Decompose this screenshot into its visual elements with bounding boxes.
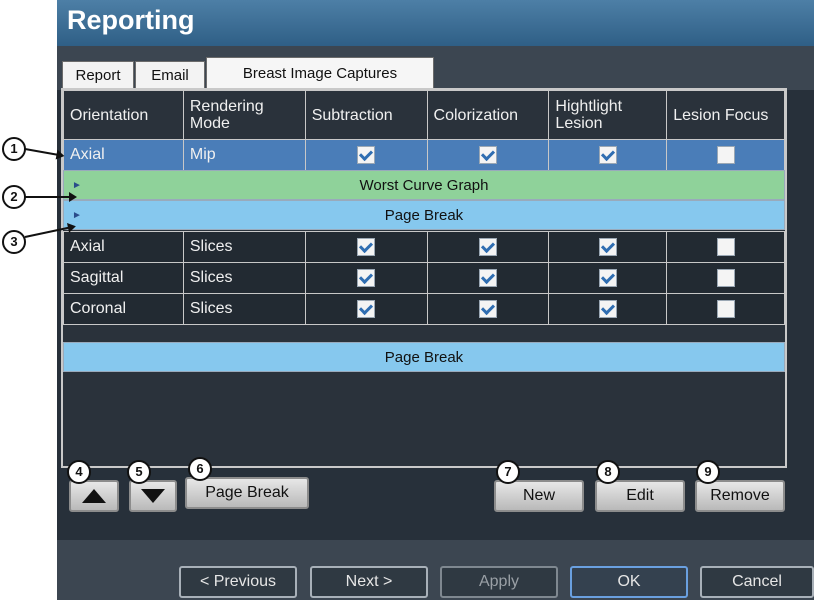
cell-orientation: Axial [63, 139, 184, 171]
callout-4: 4 [67, 460, 91, 484]
apply-button[interactable]: Apply [440, 566, 558, 598]
highlight-lesion-checkbox[interactable] [598, 145, 617, 164]
subtraction-checkbox[interactable] [357, 299, 376, 318]
new-button[interactable]: New [494, 480, 584, 512]
cancel-button[interactable]: Cancel [700, 566, 814, 598]
tab-report[interactable]: Report [62, 61, 134, 90]
callout-1: 1 [2, 137, 26, 161]
highlight-lesion-checkbox[interactable] [598, 268, 617, 287]
column-header-rendering-mode[interactable]: Rendering Mode [182, 90, 306, 140]
lesion-focus-checkbox[interactable] [716, 145, 735, 164]
tab-breast-image-captures[interactable]: Breast Image Captures [206, 57, 434, 90]
cell-highlight-lesion [548, 231, 668, 263]
lesion-focus-checkbox[interactable] [716, 268, 735, 287]
page-break-label: Page Break [384, 349, 464, 366]
captures-table-panel: Orientation Rendering Mode Subtraction C… [61, 88, 787, 468]
table-row[interactable]: Axial Slices [63, 231, 785, 263]
callout-3: 3 [2, 230, 26, 254]
table-row[interactable]: Axial Mip [63, 139, 785, 171]
ok-button[interactable]: OK [570, 566, 688, 598]
cell-highlight-lesion [548, 139, 668, 171]
page-break-label: Page Break [384, 207, 464, 224]
reporting-dialog: Reporting Report Email Breast Image Capt… [57, 0, 814, 600]
cell-orientation: Axial [63, 231, 184, 263]
cell-colorization [426, 139, 550, 171]
cell-rendering-mode: Slices [182, 231, 306, 263]
column-header-highlight-lesion[interactable]: Hightlight Lesion [548, 90, 668, 140]
tab-email[interactable]: Email [135, 61, 205, 90]
lesion-focus-checkbox[interactable] [716, 237, 735, 256]
triangle-down-icon [141, 489, 165, 503]
cell-colorization [426, 231, 550, 263]
colorization-checkbox[interactable] [478, 237, 497, 256]
next-button[interactable]: Next > [310, 566, 428, 598]
worst-curve-graph-row[interactable]: ► Worst Curve Graph [63, 170, 785, 200]
subtraction-checkbox[interactable] [357, 145, 376, 164]
subtraction-checkbox[interactable] [357, 237, 376, 256]
callout-9: 9 [696, 460, 720, 484]
move-up-button[interactable] [69, 480, 119, 512]
highlight-lesion-checkbox[interactable] [598, 299, 617, 318]
move-down-button[interactable] [129, 480, 177, 512]
cell-lesion-focus [666, 262, 785, 294]
subtraction-checkbox[interactable] [357, 268, 376, 287]
cell-lesion-focus [666, 293, 785, 325]
previous-button[interactable]: < Previous [179, 566, 297, 598]
page-break-button[interactable]: Page Break [185, 477, 309, 509]
cell-subtraction [304, 293, 428, 325]
cell-highlight-lesion [548, 293, 668, 325]
cell-lesion-focus [666, 231, 785, 263]
row-marker-icon: ► [72, 210, 82, 221]
callout-7: 7 [496, 460, 520, 484]
callout-2-leader [25, 192, 77, 202]
column-header-lesion-focus[interactable]: Lesion Focus [666, 90, 785, 140]
title-bar: Reporting [57, 0, 814, 46]
row-marker-icon: ► [72, 180, 82, 191]
column-header-colorization[interactable]: Colorization [426, 90, 550, 140]
cell-lesion-focus [666, 139, 785, 171]
table-header-row: Orientation Rendering Mode Subtraction C… [63, 90, 785, 140]
tab-bar: Report Email Breast Image Captures [57, 46, 814, 90]
remove-button[interactable]: Remove [695, 480, 785, 512]
callout-5: 5 [127, 460, 151, 484]
cell-orientation: Sagittal [63, 262, 184, 294]
worst-curve-graph-label: Worst Curve Graph [359, 177, 489, 194]
page-break-row[interactable]: ► Page Break [63, 200, 785, 230]
cell-colorization [426, 262, 550, 294]
colorization-checkbox[interactable] [478, 145, 497, 164]
callout-8: 8 [596, 460, 620, 484]
page-break-row[interactable]: Page Break [63, 342, 785, 372]
cell-rendering-mode: Mip [182, 139, 306, 171]
lesion-focus-checkbox[interactable] [716, 299, 735, 318]
callout-2: 2 [2, 185, 26, 209]
colorization-checkbox[interactable] [478, 299, 497, 318]
highlight-lesion-checkbox[interactable] [598, 237, 617, 256]
triangle-up-icon [82, 489, 106, 503]
cell-rendering-mode: Slices [182, 293, 306, 325]
cell-orientation: Coronal [63, 293, 184, 325]
cell-subtraction [304, 231, 428, 263]
cell-subtraction [304, 139, 428, 171]
table-row[interactable]: Coronal Slices [63, 293, 785, 325]
colorization-checkbox[interactable] [478, 268, 497, 287]
cell-rendering-mode: Slices [182, 262, 306, 294]
window-title: Reporting [67, 5, 195, 35]
edit-button[interactable]: Edit [595, 480, 685, 512]
cell-subtraction [304, 262, 428, 294]
table-row[interactable]: Sagittal Slices [63, 262, 785, 294]
column-header-orientation[interactable]: Orientation [63, 90, 184, 140]
callout-1-leader [24, 148, 63, 157]
callout-6: 6 [188, 457, 212, 481]
column-header-subtraction[interactable]: Subtraction [304, 90, 428, 140]
cell-highlight-lesion [548, 262, 668, 294]
cell-colorization [426, 293, 550, 325]
